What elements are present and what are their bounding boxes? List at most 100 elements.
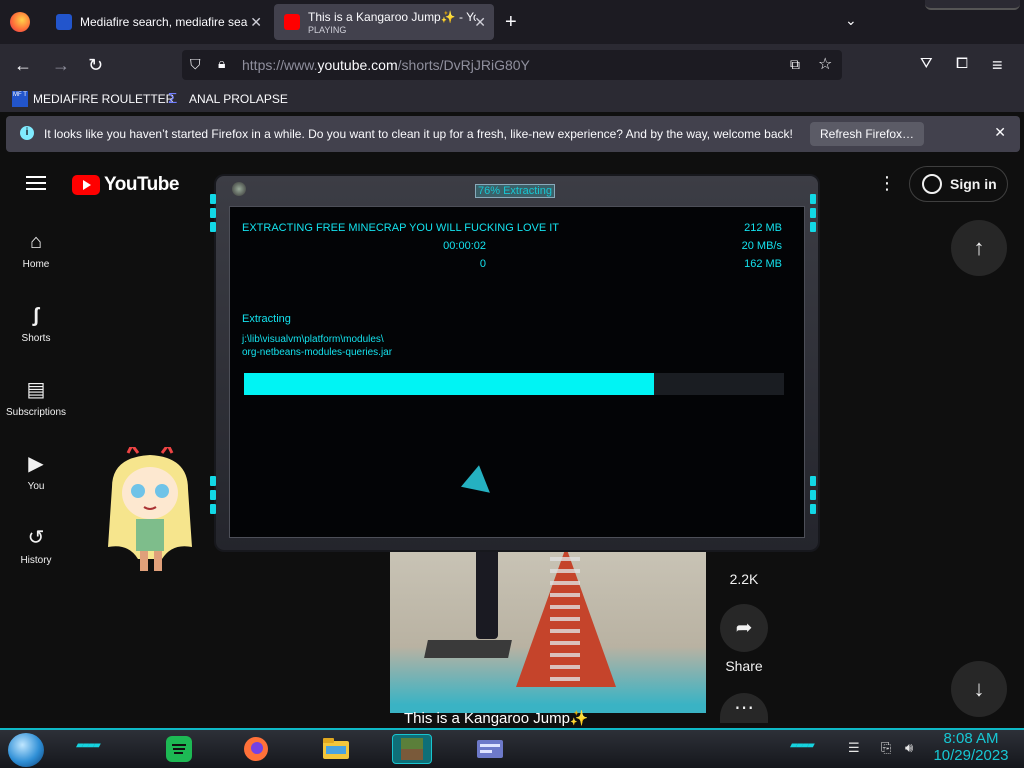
app-icon (232, 182, 246, 196)
youtube-play-icon (72, 175, 100, 195)
previous-short-button[interactable]: ↑ (951, 220, 1007, 276)
guide-label: You (27, 481, 45, 492)
bookmark-anal-prolapse[interactable]: Σ ANAL PROLAPSE (168, 91, 288, 107)
logo-text: YouTube (104, 174, 179, 195)
sigma-icon: Σ (168, 90, 178, 107)
tab-bar: Mediafire search, mediafire sea ✕ This i… (0, 0, 1024, 44)
share-icon: ➦ (735, 617, 753, 639)
speed: 20 MB/s (741, 240, 782, 252)
taskbar-app[interactable] (474, 734, 506, 764)
tab-title: Mediafire search, mediafire sea (80, 15, 248, 29)
mediafire-icon: MF T (12, 91, 28, 107)
refresh-firefox-notification: i It looks like you haven’t started Fire… (6, 116, 1020, 152)
guide-menu-icon[interactable] (26, 176, 46, 190)
guide-item-home[interactable]: ⌂ Home (0, 231, 72, 270)
mediafire-icon (56, 14, 72, 30)
taskbar: ▰▰▰▰ ▰▰▰▰ ☰ ⎘ 🔊︎ 8:08 AM 10/29/2023 (0, 728, 1024, 768)
star-butterfly-mascot (108, 447, 192, 571)
system-clock[interactable]: 8:08 AM 10/29/2023 (928, 730, 1014, 764)
shield-icon[interactable]: ⛉ (190, 56, 201, 73)
share-label: Share (725, 658, 763, 674)
short-video-player[interactable] (390, 547, 706, 713)
total-size: 212 MB (744, 222, 782, 234)
more-actions-button[interactable]: ⋯ (720, 693, 768, 723)
left-led-strip-icon (210, 194, 216, 236)
subscriptions-icon: ▤ (26, 379, 46, 401)
lock-icon[interactable]: 🔒︎ (218, 55, 225, 72)
new-tab-button[interactable]: + (505, 11, 517, 34)
close-tab-icon[interactable]: ✕ (250, 14, 262, 31)
video-scene-person (476, 547, 498, 639)
firefox-menu-icon[interactable] (10, 12, 30, 32)
you-icon: ▶ (28, 453, 44, 475)
account-icon (922, 174, 942, 194)
guide-item-subscriptions[interactable]: ▤ Subscriptions (0, 379, 72, 418)
url-bar[interactable]: ⛉ 🔒︎ https://www.youtube.com/shorts/DvRj… (182, 50, 842, 80)
bookmark-label: ANAL PROLAPSE (189, 92, 288, 106)
network-icon[interactable]: ⎘ (881, 740, 891, 756)
clock-time: 8:08 AM (943, 730, 999, 747)
spotify-icon (166, 736, 192, 762)
tab-playing-label: PLAYING (308, 24, 347, 35)
guide-label: History (20, 555, 52, 566)
bookmark-star-icon[interactable]: ☆ (818, 54, 832, 74)
list-tabs-icon[interactable]: ⌄ (845, 12, 857, 29)
right-led-strip-icon (810, 194, 816, 236)
notification-message: It looks like you haven’t started Firefo… (44, 127, 793, 141)
short-title: This is a Kangaroo Jump✨ (404, 710, 589, 727)
pocket-icon[interactable]: ⛛ (920, 55, 933, 72)
history-icon: ↺ (27, 527, 45, 549)
taskbar-file-explorer[interactable] (320, 734, 352, 764)
picture-in-picture-icon[interactable]: ⧉ (790, 56, 800, 73)
window-title: 76% Extracting (475, 184, 555, 198)
start-button[interactable] (8, 733, 44, 767)
taskbar-minecraft-extractor[interactable] (392, 734, 432, 764)
progress-fill (244, 373, 655, 395)
status-label: Extracting (242, 313, 291, 325)
close-tab-icon[interactable]: ✕ (474, 14, 486, 31)
tab-youtube[interactable]: This is a Kangaroo Jump✨ - Yo PLAYING ✕ (274, 4, 494, 40)
youtube-icon (284, 14, 300, 30)
right-led-strip-icon (810, 476, 816, 518)
extraction-heading: EXTRACTING FREE MINECRAP YOU WILL FUCKIN… (242, 222, 560, 234)
reload-button[interactable]: ↻ (88, 55, 103, 76)
youtube-logo[interactable]: YouTube (72, 174, 179, 196)
tab-mediafire[interactable]: Mediafire search, mediafire sea ✕ (46, 4, 270, 40)
taskbar-firefox[interactable] (240, 734, 272, 764)
taskbar-spotify[interactable] (163, 734, 195, 764)
video-scene-trampoline (424, 640, 512, 658)
back-button[interactable]: ← (14, 55, 32, 76)
refresh-firefox-button[interactable]: Refresh Firefox… (810, 122, 925, 146)
sign-in-button[interactable]: Sign in (909, 166, 1008, 202)
bookmark-mediafire-rouletter[interactable]: MF T MEDIAFIRE ROULETTER (12, 91, 174, 107)
extraction-panel: EXTRACTING FREE MINECRAP YOU WILL FUCKIN… (229, 206, 805, 538)
forward-button[interactable]: → (52, 55, 70, 76)
guide-item-you[interactable]: ▶ You (0, 453, 72, 492)
share-button[interactable]: ➦ (720, 604, 768, 652)
folder-icon (323, 738, 349, 759)
remaining-time: 0 (479, 258, 486, 270)
notification-area-icon[interactable]: ☰ (848, 740, 860, 756)
guide-item-shorts[interactable]: ʃ Shorts (0, 305, 72, 344)
extraction-window[interactable]: 76% Extracting EXTRACTING FREE MINECRAP … (210, 176, 818, 550)
close-notification-icon[interactable]: ✕ (994, 124, 1006, 141)
left-led-strip-icon (210, 476, 216, 518)
tab-title: This is a Kangaroo Jump✨ - Yo (308, 9, 476, 24)
comments-count: 2.2K (729, 571, 759, 587)
elapsed-time: 00:00:02 (443, 240, 486, 252)
window-frame-decoration (925, 0, 1020, 10)
more-options-icon[interactable]: ⋮ (878, 173, 896, 194)
current-file-path: j:\lib\visualvm\platform\modules\ (242, 334, 384, 345)
current-file-name: org-netbeans-modules-queries.jar (242, 347, 393, 358)
next-short-button[interactable]: ↓ (951, 661, 1007, 717)
guide-item-history[interactable]: ↺ History (0, 527, 72, 566)
firefox-icon (244, 737, 268, 761)
extensions-icon[interactable]: ⧠ (956, 55, 968, 72)
taskbar-decoration: ▰▰▰▰ (76, 740, 101, 751)
minecraft-block-icon (401, 738, 423, 760)
sign-in-label: Sign in (950, 176, 997, 192)
guide-label: Home (22, 259, 50, 270)
volume-icon[interactable]: 🔊︎ (905, 740, 913, 756)
url-text[interactable]: https://www.youtube.com/shorts/DvRjJRiG8… (242, 57, 530, 73)
app-menu-icon[interactable]: ≡ (992, 55, 1003, 76)
